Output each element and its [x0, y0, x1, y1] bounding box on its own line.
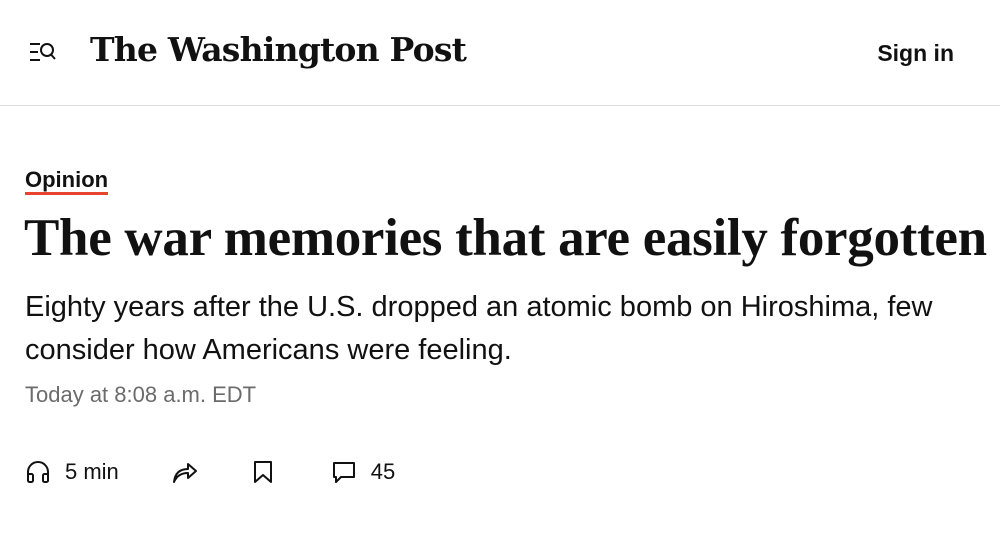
share-button[interactable] — [171, 459, 199, 485]
sign-in-button[interactable]: Sign in — [877, 40, 954, 67]
section-kicker[interactable]: Opinion — [25, 168, 109, 195]
article-action-bar: 5 min 45 — [25, 455, 395, 489]
headphones-icon — [25, 459, 51, 485]
comments-button[interactable]: 45 — [331, 459, 395, 485]
article-subhead: Eighty years after the U.S. dropped an a… — [25, 291, 933, 366]
share-icon — [171, 459, 199, 485]
site-logo[interactable]: The Washington Post — [90, 30, 467, 69]
save-bookmark-button[interactable] — [251, 459, 275, 485]
article-timestamp: Today at 8:08 a.m. EDT — [25, 382, 257, 407]
comment-icon — [331, 459, 357, 485]
menu-search-icon — [28, 40, 58, 69]
menu-search-button[interactable] — [26, 38, 60, 70]
site-header: The Washington Post Sign in — [0, 0, 1000, 106]
listen-button[interactable]: 5 min — [25, 459, 119, 485]
bookmark-icon — [251, 459, 275, 485]
page: The Washington Post Sign in Opinion The … — [0, 0, 1000, 534]
comments-count: 45 — [370, 459, 396, 484]
article-headline: The war memories that are easily forgott… — [24, 209, 987, 267]
listen-duration: 5 min — [65, 459, 119, 484]
